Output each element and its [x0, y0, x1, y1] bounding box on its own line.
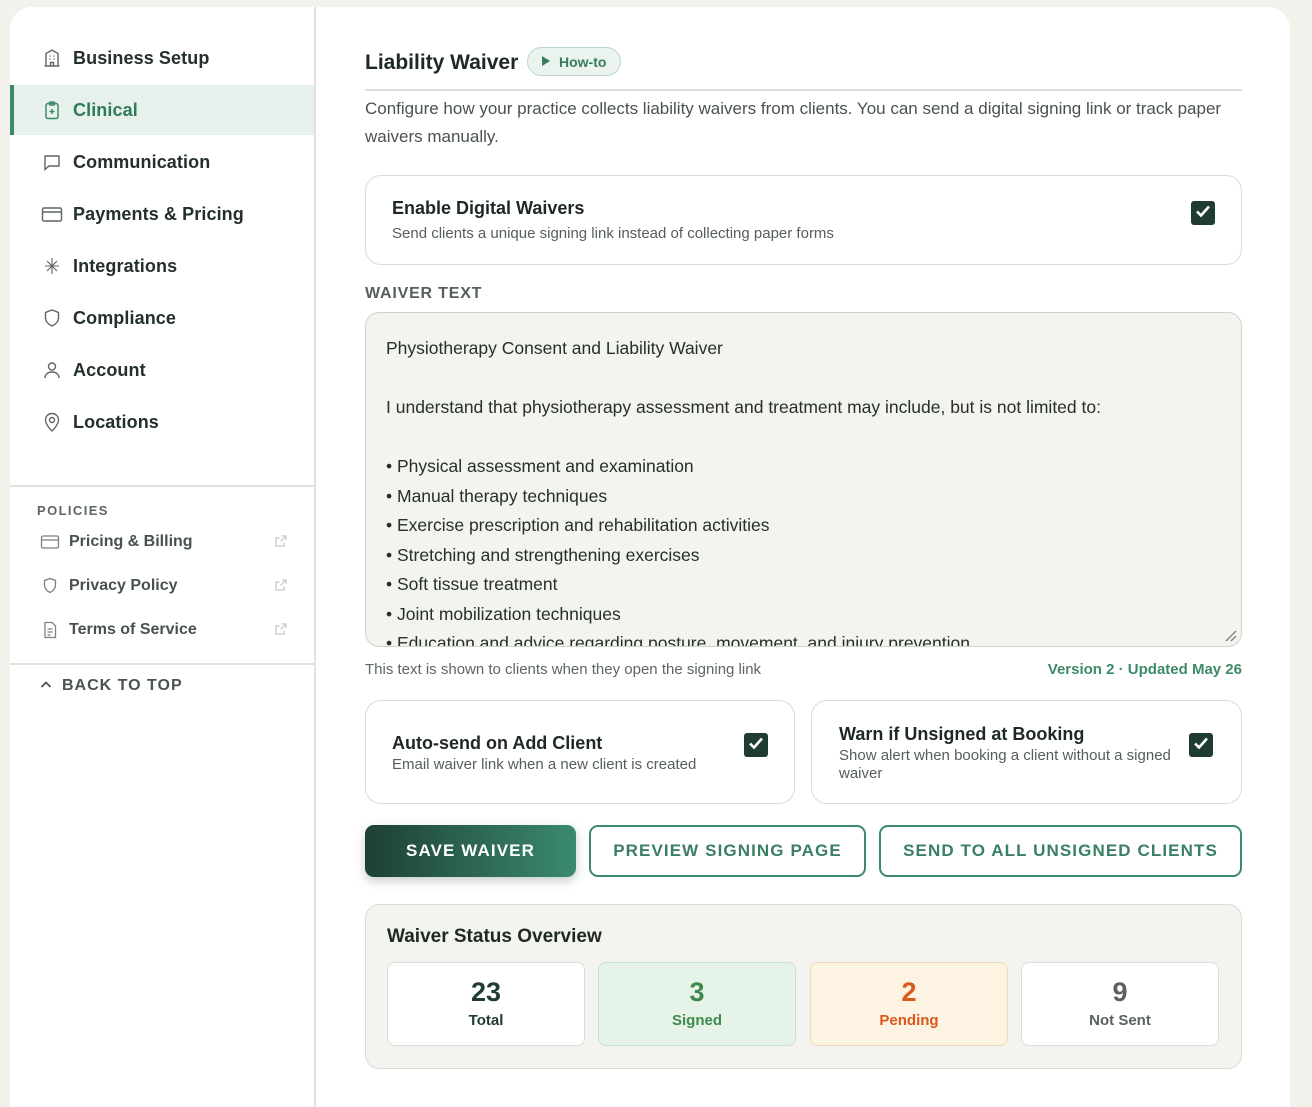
sidebar-item-payments-pricing[interactable]: Payments & Pricing — [10, 189, 314, 239]
chevron-up-icon — [40, 677, 52, 695]
sidebar-nav: Business Setup Clinical Communication Pa… — [10, 33, 314, 449]
stat-value: 2 — [901, 977, 917, 1007]
back-to-top-link[interactable]: BACK TO TOP — [40, 677, 183, 695]
waiver-status-overview: Waiver Status Overview 23 Total 3 Signed… — [365, 904, 1242, 1069]
sidebar-item-compliance[interactable]: Compliance — [10, 293, 314, 343]
sidebar-item-label: Integrations — [73, 255, 178, 276]
policy-link-label: Terms of Service — [69, 621, 197, 638]
sidebar-item-label: Payments & Pricing — [73, 203, 244, 224]
sidebar-item-communication[interactable]: Communication — [10, 137, 314, 187]
stat-label: Signed — [671, 1012, 722, 1029]
warn-unsigned-checkbox[interactable] — [1189, 733, 1213, 757]
stat-card-not-sent: 9 Not Sent — [1021, 962, 1219, 1046]
how-to-label: How-to — [559, 53, 607, 70]
save-waiver-button[interactable]: SAVE WAIVER — [365, 825, 576, 877]
auto-send-card: Auto-send on Add Client Email waiver lin… — [365, 700, 795, 804]
enable-digital-waivers-checkbox[interactable] — [1191, 201, 1215, 225]
sidebar-item-account[interactable]: Account — [10, 345, 314, 395]
warn-unsigned-subtitle: Show alert when booking a client without… — [839, 747, 1171, 782]
back-to-top-label: BACK TO TOP — [62, 677, 183, 694]
map-pin-icon — [40, 410, 64, 434]
page-header: Liability Waiver How-to — [365, 47, 1242, 91]
auto-send-title: Auto-send on Add Client — [392, 733, 603, 753]
stat-label: Not Sent — [1089, 1012, 1151, 1029]
enable-digital-waivers-card: Enable Digital Waivers Send clients a un… — [365, 175, 1242, 265]
sidebar-item-business-setup[interactable]: Business Setup — [10, 33, 314, 83]
checkmark-icon — [1193, 736, 1209, 755]
external-link-icon — [274, 534, 290, 550]
stat-value: 9 — [1112, 977, 1128, 1007]
warn-unsigned-card: Warn if Unsigned at Booking Show alert w… — [811, 700, 1242, 804]
page-description: Configure how your practice collects lia… — [365, 99, 1222, 146]
credit-card-icon — [40, 202, 64, 226]
preview-signing-page-button[interactable]: PREVIEW SIGNING PAGE — [589, 825, 866, 877]
stat-value: 23 — [470, 977, 502, 1007]
overview-title: Waiver Status Overview — [387, 926, 602, 947]
sidebar: Business Setup Clinical Communication Pa… — [10, 7, 316, 1107]
stat-value: 3 — [689, 977, 705, 1007]
waiver-version-info: Version 2 · Updated May 26 — [1047, 661, 1242, 678]
policy-link-label: Privacy Policy — [69, 577, 178, 594]
waiver-help-text: This text is shown to clients when they … — [365, 661, 762, 678]
stat-card-signed: 3 Signed — [598, 962, 796, 1046]
shield-icon — [40, 576, 60, 596]
sidebar-item-label: Compliance — [73, 307, 177, 328]
checkmark-icon — [1195, 204, 1211, 223]
credit-card-icon — [40, 532, 60, 552]
waiver-text-label: WAIVER TEXT — [365, 285, 483, 302]
sidebar-item-label: Clinical — [73, 99, 138, 120]
stat-label: Pending — [879, 1012, 939, 1029]
settings-window: Business Setup Clinical Communication Pa… — [10, 7, 1290, 1107]
enable-digital-waivers-title: Enable Digital Waivers — [392, 198, 585, 218]
play-icon — [542, 53, 550, 71]
sidebar-item-label: Business Setup — [73, 47, 210, 68]
auto-send-subtitle: Email waiver link when a new client is c… — [392, 756, 697, 773]
sidebar-item-locations[interactable]: Locations — [10, 397, 314, 447]
shield-icon — [40, 306, 64, 330]
document-icon — [40, 620, 60, 640]
sidebar-divider — [10, 663, 314, 665]
sidebar-item-label: Communication — [73, 151, 211, 172]
sidebar-item-clinical[interactable]: Clinical — [10, 85, 314, 135]
stat-label: Total — [468, 1012, 504, 1029]
enable-digital-waivers-subtitle: Send clients a unique signing link inste… — [392, 225, 834, 242]
sidebar-item-label: Account — [73, 359, 146, 380]
sidebar-divider — [10, 485, 314, 487]
policy-link-privacy-policy[interactable]: Privacy Policy — [40, 573, 290, 599]
building-icon — [40, 46, 64, 70]
page-title: Liability Waiver — [365, 51, 519, 74]
sparkle-icon — [40, 254, 64, 278]
policy-link-terms-of-service[interactable]: Terms of Service — [40, 617, 290, 643]
how-to-button[interactable]: How-to — [527, 47, 622, 76]
send-to-all-unsigned-button[interactable]: SEND TO ALL UNSIGNED CLIENTS — [879, 825, 1242, 877]
external-link-icon — [274, 578, 290, 594]
waiver-text-content: Physiotherapy Consent and Liability Waiv… — [386, 338, 1101, 647]
sidebar-item-label: Locations — [73, 411, 159, 432]
user-icon — [40, 358, 64, 382]
stat-card-pending: 2 Pending — [810, 962, 1008, 1046]
stat-card-total: 23 Total — [387, 962, 585, 1046]
policy-link-pricing-billing[interactable]: Pricing & Billing — [40, 529, 290, 555]
policies-heading: POLICIES — [37, 503, 109, 518]
checkmark-icon — [748, 736, 764, 755]
resize-handle-icon[interactable] — [1223, 628, 1237, 642]
external-link-icon — [274, 622, 290, 638]
auto-send-checkbox[interactable] — [744, 733, 768, 757]
clipboard-plus-icon — [40, 98, 64, 122]
sidebar-item-integrations[interactable]: Integrations — [10, 241, 314, 291]
warn-unsigned-title: Warn if Unsigned at Booking — [839, 724, 1085, 744]
chat-bubble-icon — [40, 150, 64, 174]
waiver-text-input[interactable]: Physiotherapy Consent and Liability Waiv… — [365, 312, 1242, 647]
policy-link-label: Pricing & Billing — [69, 533, 193, 550]
